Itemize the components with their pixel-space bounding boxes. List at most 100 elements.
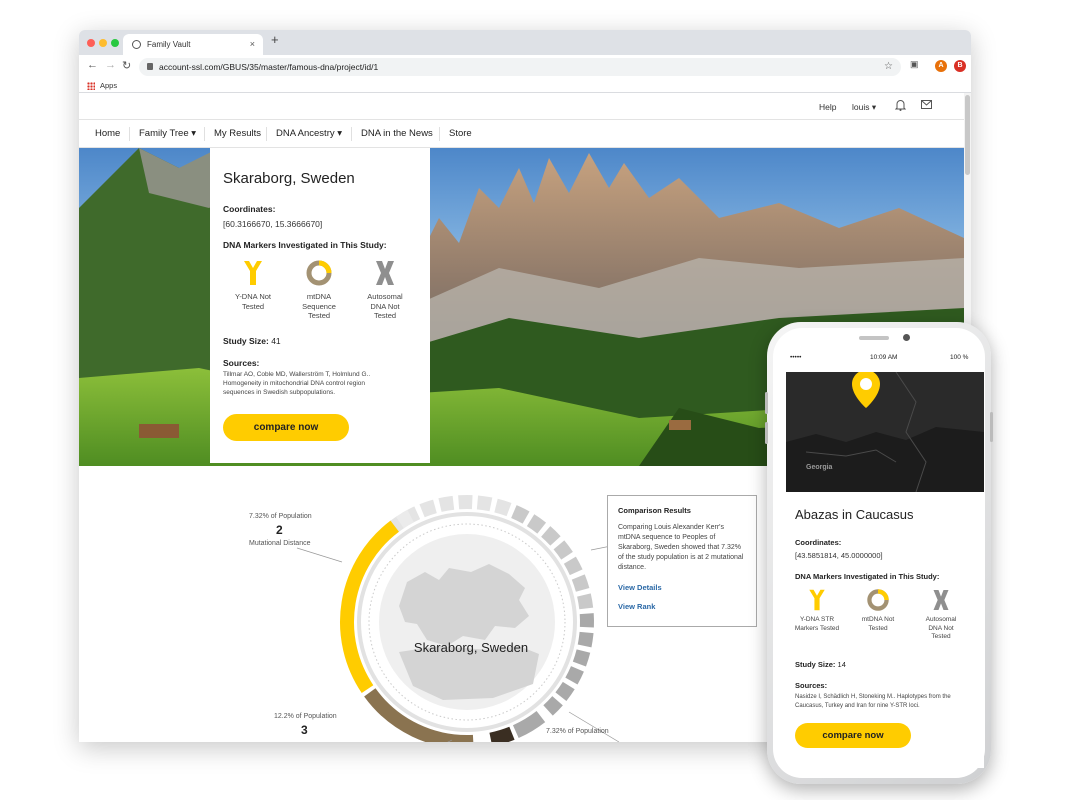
phone-sources-text: Nasidze I, Schädlich H, Stoneking M.. Ha…	[795, 694, 951, 709]
stat-top-line	[296, 547, 343, 563]
nav-home[interactable]: Home	[95, 120, 120, 148]
ring-segment	[565, 666, 584, 685]
url-text: account-ssl.com/GBUS/35/master/famous-dn…	[159, 62, 379, 72]
nav-store[interactable]: Store	[449, 120, 472, 148]
ring-segment	[555, 681, 575, 702]
phone-screen: ••••• 10:09 AM 100 % Georgia Abazas in C…	[786, 350, 984, 768]
phone-bezel: ••••• 10:09 AM 100 % Georgia Abazas in C…	[773, 328, 985, 778]
nav-divider	[129, 127, 130, 141]
nav-dna-in-the-news[interactable]: DNA in the News	[361, 120, 433, 148]
map-label: Georgia	[806, 464, 833, 471]
stat-right-line	[568, 711, 620, 742]
utility-nav: Help louis ▾	[79, 93, 964, 119]
map-pin-dot	[860, 378, 872, 390]
phone-marker-autosomal: Autosomal DNA Not Tested	[915, 588, 967, 642]
toolbar: ← → ↻ account-ssl.com/GBUS/35/master/fam…	[79, 55, 971, 79]
phone-study-size: Study Size: 14	[795, 660, 846, 669]
bookmark-star-icon[interactable]: ☆	[884, 58, 893, 76]
user-menu[interactable]: louis ▾	[852, 102, 876, 113]
y-chromosome-icon	[809, 589, 825, 611]
ring-segment	[395, 509, 415, 529]
compare-now-button[interactable]: compare now	[223, 414, 349, 441]
tab-title: Family Vault	[147, 40, 191, 49]
view-rank-link[interactable]: View Rank	[618, 602, 746, 611]
nav-family-tree[interactable]: Family Tree ▾	[139, 120, 196, 148]
marker-label-line: Tested	[931, 633, 951, 640]
minimize-window-icon[interactable]	[99, 39, 107, 47]
marker-label-line: Y-DNA STR	[799, 616, 835, 623]
profile-icon[interactable]: B	[954, 60, 966, 72]
viz-center-label: Skaraborg, Sweden	[413, 640, 529, 655]
phone-markers-label: DNA Markers Investigated in This Study:	[795, 572, 940, 581]
nav-divider	[204, 127, 205, 141]
nav-dna-ancestry[interactable]: DNA Ancestry ▾	[276, 120, 342, 148]
x-chromosome-icon	[933, 590, 949, 610]
stat-right-percentage: 7.32% of Population	[546, 728, 609, 735]
marker-label-line: Autosomal	[367, 292, 403, 301]
maximize-window-icon[interactable]	[111, 39, 119, 47]
phone-compare-now-button[interactable]: compare now	[795, 723, 911, 748]
ring-segment	[419, 499, 437, 518]
camera-icon[interactable]: ▣	[910, 59, 919, 70]
y-chromosome-icon	[244, 261, 262, 285]
help-link[interactable]: Help	[819, 102, 836, 112]
marker-label-line: DNA Not	[370, 301, 400, 311]
phone-marker-mtdna: mtDNA Not Tested	[852, 588, 904, 633]
ring-segment	[438, 495, 455, 512]
browser-tab[interactable]: Family Vault ×	[123, 34, 263, 55]
phone-device: ••••• 10:09 AM 100 % Georgia Abazas in C…	[765, 322, 993, 784]
stat-bottom-percentage: 12.2% of Population	[274, 713, 337, 720]
phone-side-button	[765, 392, 768, 414]
nav-my-results[interactable]: My Results	[214, 120, 261, 148]
forward-arrow-icon[interactable]: →	[105, 59, 116, 71]
marker-label-line: Tested	[307, 311, 331, 320]
marker-label-line: DNA Not	[928, 624, 954, 632]
apps-grid-icon[interactable]	[87, 82, 95, 90]
mail-icon[interactable]	[921, 100, 932, 111]
phone-speaker	[859, 336, 889, 340]
main-nav: Home Family Tree ▾ My Results DNA Ancest…	[79, 119, 964, 148]
ring-segment-dark	[489, 726, 515, 742]
phone-map[interactable]: Georgia	[786, 372, 984, 492]
status-time: 10:09 AM	[870, 354, 898, 361]
comparison-body: Comparing Louis Alexander Kerr's mtDNA s…	[618, 524, 744, 571]
study-size-label: Study Size: 41	[223, 336, 281, 346]
stat-bottom-number: 3	[301, 723, 308, 737]
marker-label-line: mtDNA	[306, 292, 332, 301]
marker-label-line: Tested	[373, 311, 397, 320]
bookmarks-bar: Apps	[79, 79, 971, 93]
view-details-link[interactable]: View Details	[618, 583, 746, 592]
study-card: Skaraborg, Sweden Coordinates: [60.31666…	[210, 148, 430, 463]
phone-side-button	[765, 422, 768, 444]
extension-icon[interactable]: A	[935, 60, 947, 72]
phone-marker-ydna: Y-DNA STR Markers Tested	[791, 588, 843, 633]
stat-top-caption: Mutational Distance	[249, 540, 311, 547]
marker-label-line: Y-DNA Not	[235, 292, 271, 301]
back-arrow-icon[interactable]: ←	[87, 59, 98, 71]
phone-study-size-value: 14	[837, 660, 846, 669]
ring-segment	[476, 495, 493, 512]
phone-coordinates-label: Coordinates:	[795, 538, 842, 547]
reload-icon[interactable]: ↻	[122, 59, 131, 72]
marker-label-line: Sequence	[302, 301, 336, 311]
ring-segment	[494, 498, 512, 517]
bell-icon[interactable]	[894, 99, 907, 113]
lock-icon	[147, 63, 153, 70]
stat-top-percentage: 7.32% of Population	[249, 513, 312, 520]
close-window-icon[interactable]	[87, 39, 95, 47]
marker-label-line: Tested	[868, 624, 888, 632]
phone-status-bar: ••••• 10:09 AM 100 %	[786, 350, 984, 366]
scrollbar-thumb[interactable]	[965, 95, 970, 175]
close-tab-icon[interactable]: ×	[250, 34, 255, 55]
ring-segment	[512, 710, 546, 739]
apps-bookmark[interactable]: Apps	[100, 81, 117, 90]
new-tab-button[interactable]: +	[271, 32, 279, 47]
ring-segment	[571, 574, 590, 592]
address-bar[interactable]: account-ssl.com/GBUS/35/master/famous-dn…	[139, 58, 901, 76]
x-chromosome-icon	[376, 261, 394, 285]
sources-label: Sources:	[223, 358, 260, 368]
sources-text: Tillmar AO, Coble MD, Wallerström T, Hol…	[223, 371, 371, 396]
coordinates-value: [60.3166670, 15.3666670]	[223, 219, 323, 229]
ring-segment	[563, 556, 583, 576]
marker-label-line: Autosomal	[925, 616, 957, 623]
